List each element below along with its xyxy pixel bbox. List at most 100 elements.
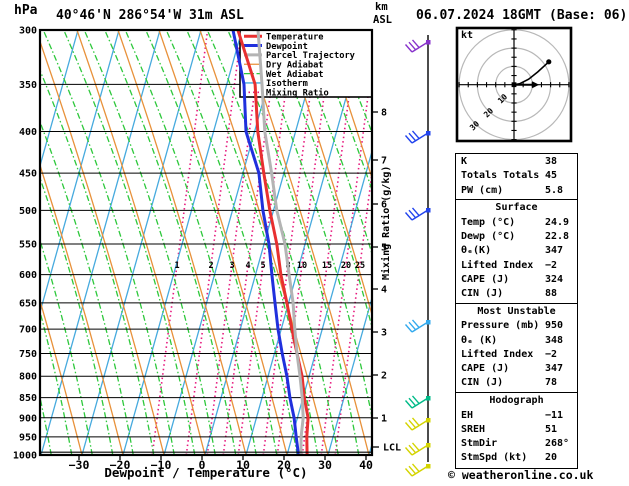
table-row-label: StmDir	[461, 438, 498, 450]
wet-adiabat-line	[40, 68, 155, 455]
table-row-value: 347	[545, 363, 564, 375]
table-row-value: 324	[545, 273, 564, 285]
wet-adiabat-line	[40, 394, 52, 455]
table-row: θₑ (K) 348	[456, 334, 577, 348]
mixing-ratio-value-label: 10	[297, 261, 307, 271]
mixing-ratio-value-label: 8	[285, 261, 290, 271]
table-row-value: 20	[545, 452, 558, 464]
pressure-tick-label: 1000	[13, 450, 37, 461]
table-row-value: 348	[545, 334, 564, 346]
table-section: K 38 Totals Totals 45 PW (cm) 5.8	[455, 153, 578, 201]
copyright-label: © weatheronline.co.uk	[448, 468, 594, 482]
wind-barb	[404, 395, 431, 409]
isotherm-line	[245, 30, 366, 455]
mixing-ratio-line	[301, 30, 359, 455]
wet-adiabat-line	[145, 30, 278, 455]
wind-barb	[404, 463, 431, 477]
isotherm-line	[40, 30, 120, 315]
pressure-tick-label: 900	[19, 413, 37, 424]
table-row-value: 51	[545, 423, 558, 435]
table-section: Most Unstable Pressure (mb) 950 θₑ (K) 348 Li…	[455, 302, 578, 394]
wind-barb	[404, 417, 431, 431]
table-row-value: 268°	[545, 438, 570, 450]
legend-label: Temperature	[266, 32, 324, 42]
skewt-sounding-app: hPa 40°46'N 286°54'W 31m ASL 06.07.2024 …	[0, 0, 629, 486]
table-row-value: −2	[545, 259, 558, 271]
wet-adiabat-line	[104, 30, 237, 455]
table-row-label: Totals Totals	[461, 170, 540, 182]
dry-adiabat-line	[199, 30, 329, 455]
table-row: StmDir 268°	[456, 437, 577, 451]
table-row-value: 88	[545, 288, 558, 300]
km-tick-label: 1	[381, 414, 387, 425]
datetime-title: 06.07.2024 18GMT (Base: 06)	[416, 8, 628, 23]
asl-axis-label: ASL	[373, 14, 392, 26]
wet-adiabat-line	[206, 30, 339, 455]
table-section-header: Most Unstable	[477, 305, 556, 317]
dry-adiabat-line	[40, 448, 42, 455]
mixing-ratio-value-label: 25	[355, 261, 365, 271]
table-section-header: Surface	[495, 202, 538, 214]
table-row-value: 22.8	[545, 230, 570, 242]
table-row-label: CIN (J)	[461, 288, 504, 300]
wind-barb	[404, 442, 431, 456]
mixing-ratio-value-label: 20	[341, 261, 351, 271]
wet-adiabat-line	[40, 238, 93, 455]
dry-adiabat-line	[40, 39, 165, 455]
pressure-tick-label: 350	[19, 80, 37, 91]
dry-adiabat-line	[40, 298, 83, 455]
table-row-value: 45	[545, 170, 558, 182]
dry-adiabat-line	[240, 30, 370, 455]
wet-adiabat-line	[40, 120, 134, 455]
table-row: StmSpd (kt) 20	[456, 451, 577, 465]
table-row: Temp (°C) 24.9	[456, 216, 577, 230]
isotherm-line	[163, 30, 284, 455]
table-row: Pressure (mb) 950	[456, 319, 577, 333]
table-row: Lifted Index −2	[456, 259, 577, 273]
table-row-label: PW (cm)	[461, 184, 504, 196]
plot-border	[38, 28, 374, 457]
table-row-value: −2	[545, 348, 558, 360]
table-row-value: 950	[545, 320, 564, 332]
x-tick-label: 40	[359, 458, 373, 472]
km-tick-label: 2	[381, 371, 387, 382]
km-axis-label: km	[375, 1, 388, 13]
background-line-families	[0, 30, 372, 455]
isotherm-line	[81, 30, 202, 455]
legend-label: Dry Adiabat	[266, 59, 324, 70]
table-section: Hodograph EH −11 SREH 51 StmDir 268° StmSpd (kt…	[455, 392, 578, 469]
mixing-ratio-line	[206, 30, 264, 455]
table-row-value: 24.9	[545, 216, 570, 228]
wet-adiabat-line	[329, 30, 372, 135]
mixing-ratio-line	[151, 30, 209, 455]
table-row-label: CAPE (J)	[461, 273, 510, 285]
pressure-tick-label: 950	[19, 432, 37, 443]
table-section: Surface Temp (°C) 24.9 Dewp (°C) 22.8 θₑ(K) 34…	[455, 199, 578, 305]
table-row: θₑ(K) 347	[456, 244, 577, 258]
table-row-value: −11	[545, 409, 564, 421]
wet-adiabat-line	[83, 30, 216, 455]
pressure-tick-label: 300	[19, 26, 37, 37]
table-row-value: 5.8	[545, 184, 564, 196]
hodograph-origin-dot	[511, 82, 517, 88]
pressure-tick-label: 700	[19, 325, 37, 336]
table-row-value: 347	[545, 245, 564, 257]
dry-adiabat-line	[158, 30, 288, 455]
table-row-label: CAPE (J)	[461, 363, 510, 375]
wet-adiabat-line	[124, 30, 257, 455]
km-tick-label: 8	[381, 108, 387, 119]
pressure-tick-label: 750	[19, 349, 37, 360]
table-row-label: θₑ (K)	[461, 334, 498, 346]
mixing-ratio-value-label: 4	[245, 261, 250, 271]
table-row: Dewp (°C) 22.8	[456, 230, 577, 244]
hodograph-trace	[513, 61, 550, 86]
isotherm-line	[0, 30, 37, 455]
table-row-label: CIN (J)	[461, 377, 504, 389]
pressure-tick-label: 600	[19, 270, 37, 281]
mixing-ratio-value-label: 1	[174, 261, 179, 271]
pressure-tick-label: 500	[19, 206, 37, 217]
hodograph-trace-end-dot	[546, 59, 552, 65]
table-row-value: 78	[545, 377, 558, 389]
wind-barb	[404, 130, 431, 144]
legend-label: Isotherm	[266, 79, 308, 89]
